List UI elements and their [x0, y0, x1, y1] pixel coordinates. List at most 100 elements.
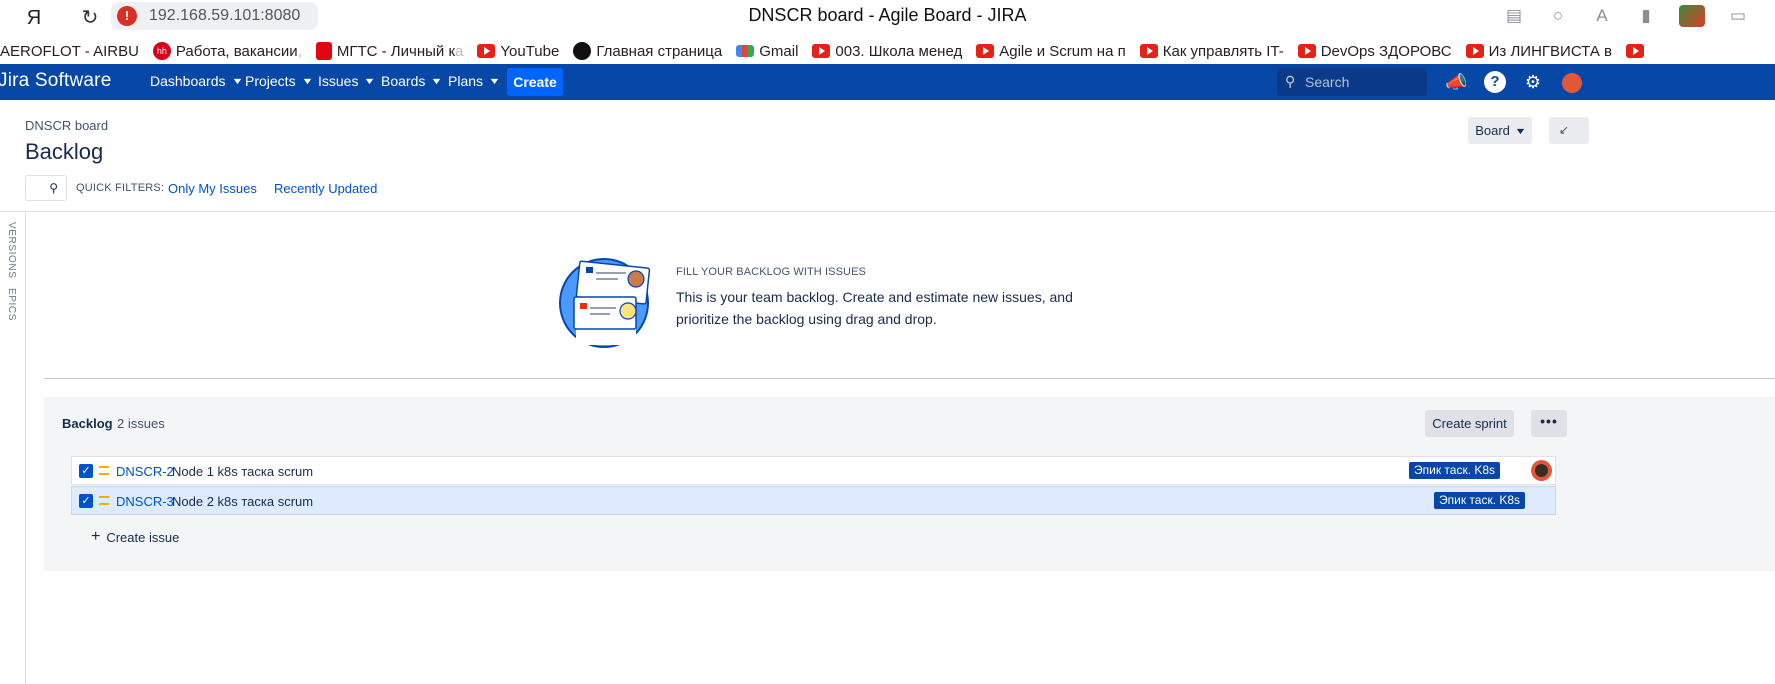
reload-icon[interactable]: ↻ — [78, 6, 102, 30]
bookmark-icon[interactable]: ▮ — [1635, 5, 1657, 27]
epic-badge[interactable]: Эпик таск. K8s — [1409, 462, 1501, 479]
mgts-icon — [315, 42, 332, 60]
backlog-title: Backlog — [62, 416, 113, 431]
bookmark-item[interactable]: YouTube — [477, 43, 559, 60]
quick-filters-label: QUICK FILTERS: — [76, 182, 165, 194]
chevron-down-icon: ▼ — [430, 76, 444, 86]
nav-dashboards[interactable]: Dashboards ▼ — [150, 73, 244, 89]
search-icon: ⚲ — [1285, 73, 1296, 89]
bookmark-item[interactable]: AEROFLOT - AIRBU — [0, 43, 139, 60]
issue-row[interactable]: ✓ DNSCR-2 Node 1 k8s таска scrum Эпик та… — [71, 456, 1556, 485]
expand-icon[interactable]: ↙ — [1549, 117, 1589, 144]
backlog-illustration-icon — [559, 258, 651, 348]
divider — [0, 211, 1775, 212]
backlog-container: Backlog 2 issues Create sprint ••• ✓ DNS… — [44, 397, 1775, 571]
address-text: 192.168.59.101:8080 — [149, 7, 301, 24]
breadcrumb[interactable]: DNSCR board — [25, 118, 108, 133]
bookmark-label: 003. Школа менед — [835, 42, 963, 60]
more-actions-button[interactable]: ••• — [1531, 410, 1567, 437]
issue-key[interactable]: DNSCR-2 — [116, 464, 174, 479]
create-button[interactable]: Create — [507, 68, 563, 96]
tab-epics[interactable]: EPICS — [6, 288, 17, 321]
downloads-icon[interactable]: ▭ — [1727, 5, 1749, 27]
story-type-icon: ✓ — [79, 464, 93, 478]
create-issue-button[interactable]: + Create issue — [91, 528, 179, 546]
reader-icon[interactable]: ▤ — [1503, 5, 1525, 27]
chevron-down-icon: ▼ — [300, 76, 314, 86]
user-avatar[interactable] — [1562, 73, 1582, 93]
bookmark-label: Из ЛИНГВИСТА в — [1488, 42, 1612, 60]
issue-summary: Node 1 k8s таска scrum — [172, 464, 314, 479]
create-sprint-button[interactable]: Create sprint — [1425, 410, 1514, 437]
bookmark-label: Главная страница — [596, 42, 723, 60]
bookmark-item[interactable]: DevOps ЗДОРОВС — [1297, 42, 1452, 60]
nav-projects[interactable]: Projects ▼ — [245, 73, 314, 89]
bookmark-item[interactable]: 003. Школа менед — [812, 43, 962, 60]
nav-issues[interactable]: Issues ▼ — [318, 73, 377, 89]
bookmark-label: МГТС - Личный к — [336, 42, 456, 60]
settings-gear-icon[interactable]: ⚙ — [1522, 71, 1544, 93]
jira-logo[interactable]: Jira Software — [0, 70, 111, 92]
search-icon: ⚲ — [49, 181, 58, 195]
help-icon[interactable]: ? — [1484, 71, 1506, 93]
bookmark-item[interactable]: hh Работа, вакансии, — [152, 42, 302, 60]
bookmarks-bar: AEROFLOT - AIRBU hh Работа, вакансии, МГТС … — [0, 38, 1775, 64]
assignee-avatar[interactable] — [1531, 460, 1552, 481]
chevron-down-icon: ▼ — [230, 76, 244, 86]
bookmark-item[interactable]: Главная страница — [573, 42, 722, 60]
issue-count: 2 issues — [117, 416, 165, 431]
filter-only-my-issues[interactable]: Only My Issues — [168, 181, 257, 196]
youtube-icon — [1465, 44, 1484, 58]
bookmark-label-fade: , — [297, 42, 302, 60]
issue-summary: Node 2 k8s таска scrum — [172, 494, 314, 509]
youtube-icon — [976, 44, 995, 58]
story-type-icon: ✓ — [79, 494, 93, 508]
jira-header: Jira Software Dashboards ▼ Projects ▼ Issu… — [0, 64, 1775, 100]
youtube-icon[interactable] — [1625, 44, 1644, 58]
browser-toolbar: Я ↻ ! 192.168.59.101:8080 DNSCR board - … — [0, 0, 1775, 36]
chevron-down-icon: ▼ — [488, 76, 501, 86]
bookmark-label: YouTube — [500, 42, 560, 60]
bookmark-item[interactable]: Agile и Scrum на п — [976, 43, 1126, 60]
search-box[interactable]: ⚲ — [1277, 68, 1427, 96]
issue-row[interactable]: ✓ DNSCR-3 Node 2 k8s таска scrum Эпик та… — [71, 486, 1556, 515]
warning-icon[interactable]: ! — [117, 6, 137, 26]
chevron-down-icon: ▼ — [363, 76, 377, 86]
extension-icon[interactable] — [1679, 5, 1705, 27]
divider — [44, 378, 1775, 379]
bookmark-label: Gmail — [759, 42, 799, 60]
comment-icon[interactable]: ○ — [1547, 5, 1569, 27]
bookmark-item[interactable]: Gmail — [736, 43, 798, 60]
bookmark-label: AEROFLOT - AIRBU — [0, 42, 139, 60]
side-rail: VERSIONS EPICS — [0, 212, 26, 684]
quick-filter-search[interactable]: ⚲ — [25, 175, 67, 201]
star-icon — [573, 42, 592, 60]
chevron-down-icon: ▼ — [1514, 125, 1527, 136]
tab-versions[interactable]: VERSIONS — [6, 222, 17, 278]
empty-state-heading: FILL YOUR BACKLOG WITH ISSUES — [676, 266, 866, 278]
issue-key[interactable]: DNSCR-3 — [116, 494, 174, 509]
page-title: Backlog — [25, 139, 104, 164]
bookmark-label: Работа, вакансии — [175, 42, 298, 60]
bookmark-item[interactable]: Из ЛИНГВИСТА в — [1465, 42, 1612, 60]
address-bar[interactable]: ! 192.168.59.101:8080 — [111, 2, 318, 30]
board-button[interactable]: Board ▼ — [1468, 117, 1532, 144]
bookmark-label: Agile и Scrum на п — [999, 42, 1126, 60]
search-input[interactable] — [1305, 73, 1415, 91]
hh-icon: hh — [152, 42, 171, 60]
bookmark-item[interactable]: Как управлять IT- — [1139, 43, 1284, 60]
announcement-icon[interactable]: 📣 — [1445, 71, 1467, 93]
nav-plans[interactable]: Plans ▼ — [448, 73, 501, 89]
empty-state-body: This is your team backlog. Create and es… — [676, 289, 1073, 327]
bookmark-label: DevOps ЗДОРОВС — [1320, 42, 1452, 60]
epic-badge[interactable]: Эпик таск. K8s — [1434, 492, 1526, 509]
bookmark-item[interactable]: МГТС - Личный ка — [315, 42, 463, 60]
yandex-icon[interactable]: Я — [22, 6, 46, 30]
youtube-icon — [1139, 44, 1158, 58]
nav-boards[interactable]: Boards ▼ — [381, 73, 444, 89]
gmail-icon — [736, 45, 755, 57]
filter-recently-updated[interactable]: Recently Updated — [274, 181, 377, 196]
youtube-icon — [477, 44, 496, 58]
translate-icon[interactable]: A — [1591, 5, 1613, 27]
medium-priority-icon — [99, 496, 109, 505]
